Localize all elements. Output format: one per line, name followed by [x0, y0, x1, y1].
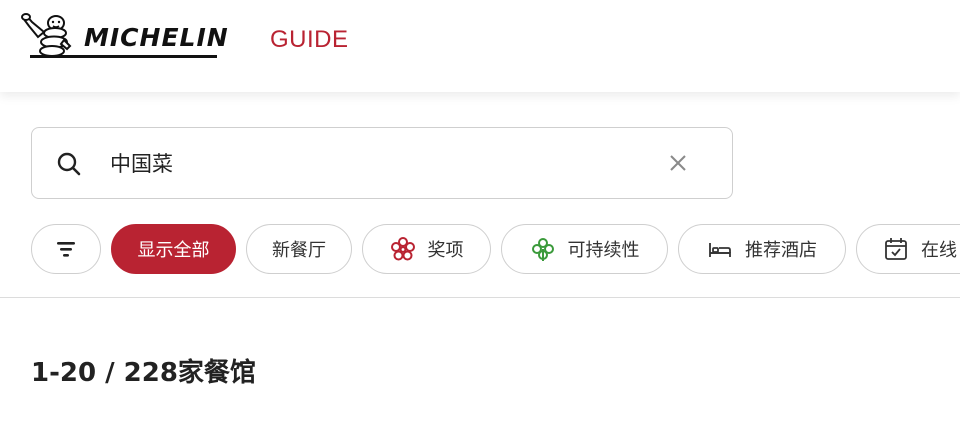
search-icon[interactable]: [56, 151, 82, 177]
chip-label: 推荐酒店: [745, 240, 817, 261]
search-bar[interactable]: 中国菜: [31, 127, 733, 199]
chip-show-all[interactable]: 显示全部: [111, 224, 236, 274]
logo-underline: [30, 55, 217, 58]
chip-label: 在线: [921, 240, 957, 261]
chip-sustainability[interactable]: 可持续性: [501, 224, 668, 274]
calendar-check-icon: [885, 238, 907, 260]
chip-recommended-hotels[interactable]: 推荐酒店: [678, 224, 846, 274]
chip-label: 奖项: [427, 240, 464, 261]
bed-icon: [709, 243, 731, 257]
close-icon[interactable]: [668, 153, 688, 173]
michelin-star-icon: [390, 237, 415, 261]
results-count: 1-20 / 228家餐馆: [31, 358, 256, 388]
chip-awards[interactable]: 奖项: [362, 224, 491, 274]
filter-button[interactable]: [31, 224, 101, 274]
filter-icon: [57, 242, 75, 257]
search-input[interactable]: 中国菜: [110, 150, 173, 178]
chip-label: 显示全部: [137, 240, 210, 261]
chip-label: 可持续性: [567, 240, 640, 261]
chip-new-restaurants[interactable]: 新餐厅: [246, 224, 352, 274]
chip-online-booking[interactable]: 在线: [856, 224, 960, 274]
michelin-wordmark: MICHELIN: [84, 23, 229, 52]
chip-label: 新餐厅: [272, 240, 326, 261]
section-divider: [0, 297, 960, 298]
green-clover-icon: [531, 238, 554, 261]
guide-label: GUIDE: [270, 26, 349, 53]
site-header: MICHELIN GUIDE: [0, 0, 960, 92]
